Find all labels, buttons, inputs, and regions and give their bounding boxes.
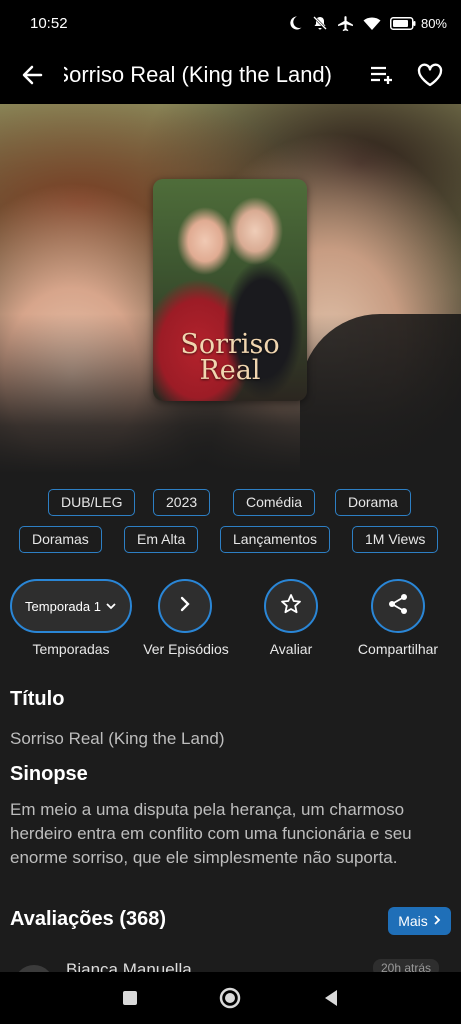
muted-icon	[312, 15, 328, 31]
rate-button[interactable]	[264, 579, 318, 633]
playlist-add-icon[interactable]	[365, 55, 399, 95]
episodes-button[interactable]	[158, 579, 212, 633]
reviews-heading: Avaliações (368)	[10, 908, 167, 930]
back-nav-icon[interactable]	[311, 978, 351, 1018]
tag-chip[interactable]: Dorama	[335, 489, 411, 516]
title-heading: Título	[10, 688, 65, 710]
hero-backdrop: Sorriso Real	[0, 104, 461, 474]
status-time: 10:52	[30, 14, 68, 32]
action-label: Avaliar	[269, 641, 313, 657]
reviewer-name: Bianca Manuella	[66, 960, 192, 972]
action-label: Temporadas	[32, 641, 110, 657]
chevron-right-icon	[178, 595, 192, 618]
title-value: Sorriso Real (King the Land)	[10, 729, 225, 748]
recents-icon[interactable]	[110, 978, 150, 1018]
poster-image: Sorriso Real	[153, 179, 307, 401]
status-bar: 10:52 80%	[0, 0, 461, 46]
share-button[interactable]	[371, 579, 425, 633]
tag-chip[interactable]: DUB/LEG	[48, 489, 136, 516]
more-reviews-button[interactable]: Mais	[388, 907, 451, 935]
synopsis-text: Em meio a uma disputa pela herança, um c…	[10, 800, 412, 867]
chevron-right-icon	[433, 913, 441, 929]
back-arrow-icon[interactable]	[0, 46, 64, 104]
share-icon	[386, 592, 410, 621]
tag-chip[interactable]: Comédia	[233, 489, 316, 516]
action-label: Compartilhar	[357, 641, 439, 657]
tag-chip[interactable]: Em Alta	[124, 526, 199, 553]
battery-icon	[389, 16, 416, 30]
airplane-icon	[337, 15, 354, 32]
more-label: Mais	[398, 913, 428, 929]
action-label: Ver Episódios	[143, 641, 229, 657]
home-icon[interactable]	[210, 978, 250, 1018]
poster-logo-line2: Real	[199, 355, 261, 386]
app-bar: Sorriso Real (King the Land)	[0, 46, 461, 104]
tag-chip[interactable]: 1M Views	[352, 526, 439, 553]
review-date: 20h atrás	[373, 959, 440, 972]
tag-chip[interactable]: Doramas	[19, 526, 102, 553]
tag-chip[interactable]: 2023	[153, 489, 211, 516]
page-title: Sorriso Real (King the Land)	[64, 62, 332, 87]
chevron-down-icon	[105, 599, 117, 614]
battery-level: 80%	[420, 15, 447, 31]
season-selector[interactable]: Temporada 1	[10, 579, 132, 633]
heart-icon[interactable]	[413, 55, 447, 95]
wifi-icon	[363, 16, 381, 31]
synopsis-heading: Sinopse	[10, 763, 88, 785]
system-nav-bar	[0, 972, 461, 1024]
avatar	[14, 965, 54, 972]
star-icon	[280, 593, 302, 620]
review-item[interactable]: Bianca Manuella 20h atrás	[0, 955, 461, 972]
moon-icon	[287, 15, 303, 31]
season-selector-label: Temporada 1	[25, 598, 101, 614]
tag-chip[interactable]: Lançamentos	[220, 526, 331, 553]
